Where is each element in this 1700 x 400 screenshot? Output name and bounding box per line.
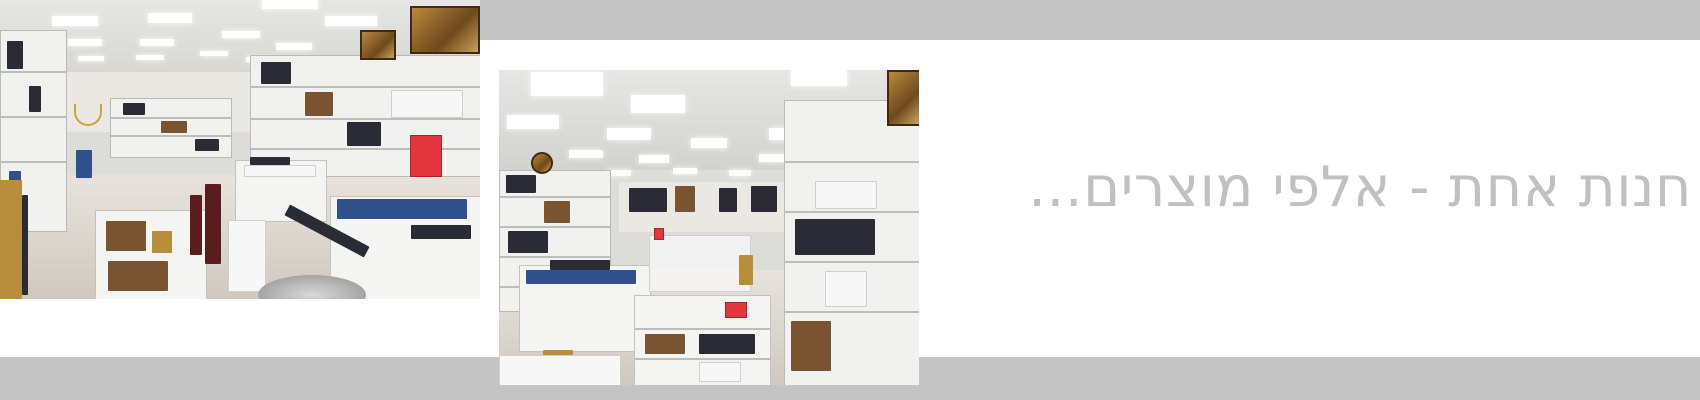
- right-shelf-unit: [784, 100, 919, 385]
- lantern: [228, 220, 266, 292]
- framed-artwork: [410, 6, 480, 54]
- store-banner: חנות אחת - אלפי מוצרים...: [0, 0, 1700, 400]
- ceiling-light: [276, 43, 312, 50]
- blue-bag: [76, 150, 92, 178]
- ceiling-light: [222, 31, 260, 38]
- display-counter: [235, 157, 327, 222]
- back-shelf-unit: [110, 98, 232, 158]
- store-photo-wide-aisle: [0, 0, 480, 299]
- ceiling-light: [673, 168, 697, 174]
- ceiling-light: [52, 16, 98, 26]
- ceiling-light: [691, 138, 727, 148]
- ceiling-light: [791, 70, 847, 86]
- display-counter: [519, 260, 651, 352]
- ceiling-light: [607, 128, 651, 140]
- wine-bottle: [205, 184, 221, 264]
- ceiling-light: [639, 155, 669, 163]
- red-price-sign: [410, 135, 442, 177]
- ceiling-light: [136, 55, 164, 60]
- ceiling-light: [729, 170, 751, 176]
- wall-portrait: [675, 186, 695, 212]
- ceiling-light: [631, 95, 685, 113]
- banner-headline: חנות אחת - אלפי מוצרים...: [1028, 155, 1692, 220]
- foreground-display: [0, 180, 22, 299]
- silver-candelabra-display: [649, 235, 751, 292]
- framed-artwork: [887, 70, 919, 126]
- store-photo-center-display: [499, 70, 919, 385]
- ceiling-light: [140, 39, 174, 46]
- ceiling-light: [507, 115, 559, 129]
- center-display-cabinet: [634, 295, 771, 385]
- wall-clock: [531, 152, 553, 174]
- ceiling-light: [325, 16, 377, 26]
- ceiling-light: [68, 39, 102, 46]
- ceiling-light: [569, 150, 603, 158]
- ceiling-light: [531, 72, 603, 96]
- wall-poster: [629, 188, 667, 212]
- framed-artwork: [360, 30, 396, 60]
- ceiling-light: [200, 51, 228, 56]
- ceiling-light: [262, 0, 318, 9]
- ceiling-light: [78, 56, 104, 61]
- ceiling-light: [148, 13, 192, 23]
